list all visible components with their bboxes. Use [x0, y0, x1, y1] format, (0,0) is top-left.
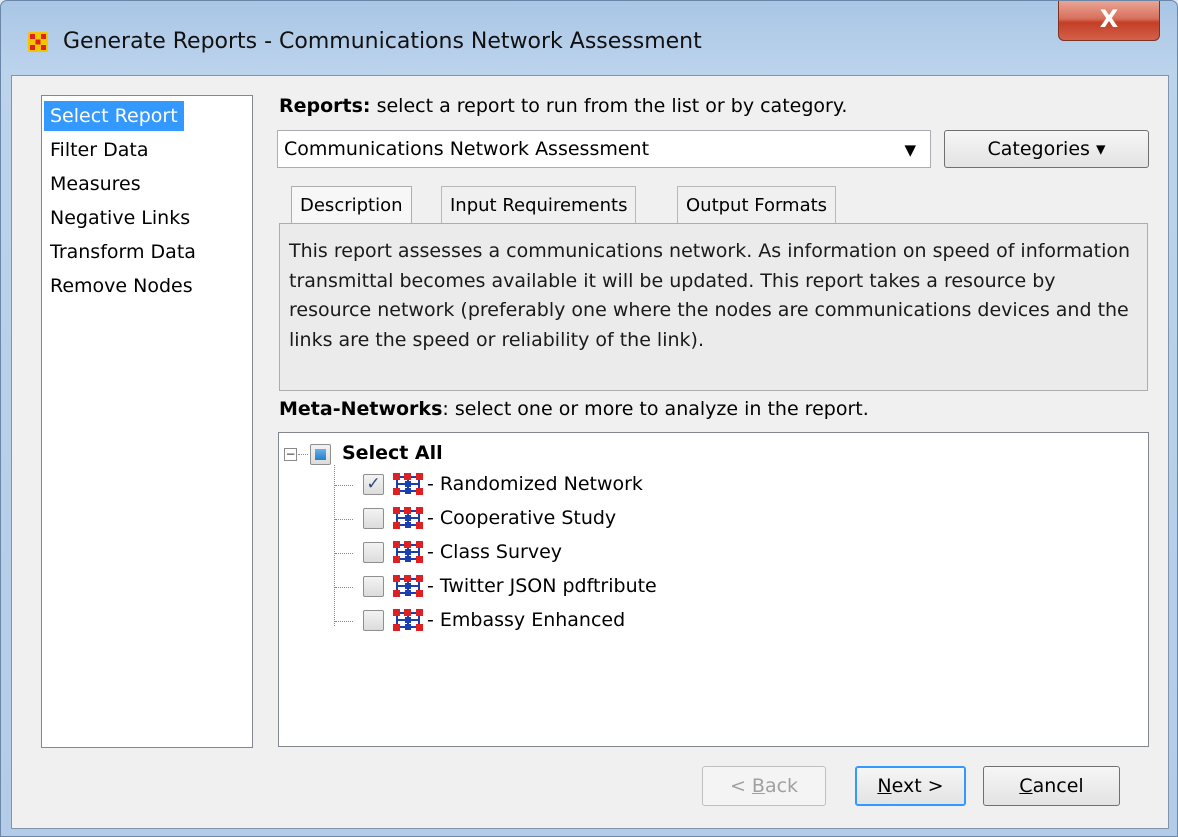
cancel-button-mnemonic: C — [1019, 775, 1033, 797]
sidebar-item-remove-nodes[interactable]: Remove Nodes — [44, 271, 199, 301]
meta-network-icon — [393, 609, 423, 631]
tree-connector — [334, 465, 335, 626]
tab-description[interactable]: Description — [291, 186, 412, 225]
back-button[interactable]: < Back — [702, 766, 826, 806]
back-button-prefix: < — [729, 775, 752, 797]
network-label-twitter[interactable]: - Twitter JSON pdftribute — [427, 575, 657, 597]
tab-output-formats[interactable]: Output Formats — [677, 186, 837, 223]
meta-network-icon — [393, 507, 423, 529]
network-checkbox-randomized[interactable]: ✓ — [363, 474, 384, 495]
meta-network-icon — [393, 473, 423, 495]
reports-label-text: select a report to run from the list or … — [370, 95, 848, 117]
close-button[interactable]: X — [1058, 1, 1160, 41]
tree-connector — [335, 553, 353, 554]
tree-connector — [335, 519, 353, 520]
dropdown-arrow-icon[interactable]: ▼ — [904, 141, 916, 159]
network-label-class-survey[interactable]: - Class Survey — [427, 541, 562, 563]
tree-connector — [335, 485, 353, 486]
sidebar-item-measures[interactable]: Measures — [44, 169, 147, 199]
title-bar[interactable]: Generate Reports - Communications Networ… — [1, 1, 1177, 73]
app-network-icon — [28, 32, 48, 52]
cancel-button[interactable]: Cancel — [983, 766, 1120, 806]
meta-networks-tree: − Select All ✓ - Randomized Network - Co… — [278, 432, 1149, 747]
dialog-window: Generate Reports - Communications Networ… — [0, 0, 1178, 837]
window-title: Generate Reports - Communications Networ… — [63, 29, 702, 54]
sidebar-item-filter-data[interactable]: Filter Data — [44, 135, 154, 165]
select-all-label[interactable]: Select All — [342, 442, 443, 464]
back-button-mnemonic: B — [751, 775, 765, 797]
report-dropdown-value: Communications Network Assessment — [284, 138, 650, 160]
meta-networks-label-bold: Meta-Networks — [279, 398, 443, 420]
categories-button[interactable]: Categories ▾ — [944, 130, 1149, 168]
close-icon: X — [1099, 5, 1119, 33]
sidebar-item-negative-links[interactable]: Negative Links — [44, 203, 196, 233]
network-label-cooperative[interactable]: - Cooperative Study — [427, 507, 616, 529]
network-checkbox-embassy[interactable] — [363, 610, 384, 631]
reports-label: Reports: select a report to run from the… — [279, 95, 847, 117]
network-checkbox-class-survey[interactable] — [363, 542, 384, 563]
meta-networks-label: Meta-Networks: select one or more to ana… — [279, 398, 869, 420]
tree-connector — [335, 621, 353, 622]
back-button-rest: ack — [764, 775, 799, 797]
tree-connector — [335, 587, 353, 588]
report-description: This report assesses a communications ne… — [289, 240, 1131, 351]
network-label-randomized[interactable]: - Randomized Network — [427, 473, 643, 495]
reports-label-bold: Reports: — [279, 95, 371, 117]
next-button-rest: ext > — [891, 775, 944, 797]
tree-connector — [298, 454, 308, 455]
next-button-mnemonic: N — [877, 775, 892, 797]
wizard-steps-list: Select Report Filter Data Measures Negat… — [41, 95, 253, 748]
sidebar-item-select-report[interactable]: Select Report — [44, 101, 184, 131]
dialog-content: Select Report Filter Data Measures Negat… — [11, 75, 1169, 829]
meta-network-icon — [393, 575, 423, 597]
meta-network-icon — [393, 541, 423, 563]
network-checkbox-twitter[interactable] — [363, 576, 384, 597]
tab-input-requirements[interactable]: Input Requirements — [441, 186, 637, 223]
description-panel: This report assesses a communications ne… — [279, 223, 1148, 391]
sidebar-item-transform-data[interactable]: Transform Data — [44, 237, 202, 267]
network-checkbox-cooperative[interactable] — [363, 508, 384, 529]
report-dropdown[interactable]: Communications Network Assessment ▼ — [277, 130, 931, 168]
network-label-embassy[interactable]: - Embassy Enhanced — [427, 609, 625, 631]
collapse-icon[interactable]: − — [284, 448, 297, 461]
cancel-button-rest: ancel — [1032, 775, 1084, 797]
meta-networks-label-text: : select one or more to analyze in the r… — [442, 398, 869, 420]
next-button[interactable]: Next > — [855, 766, 966, 806]
select-all-checkbox[interactable] — [310, 444, 331, 465]
